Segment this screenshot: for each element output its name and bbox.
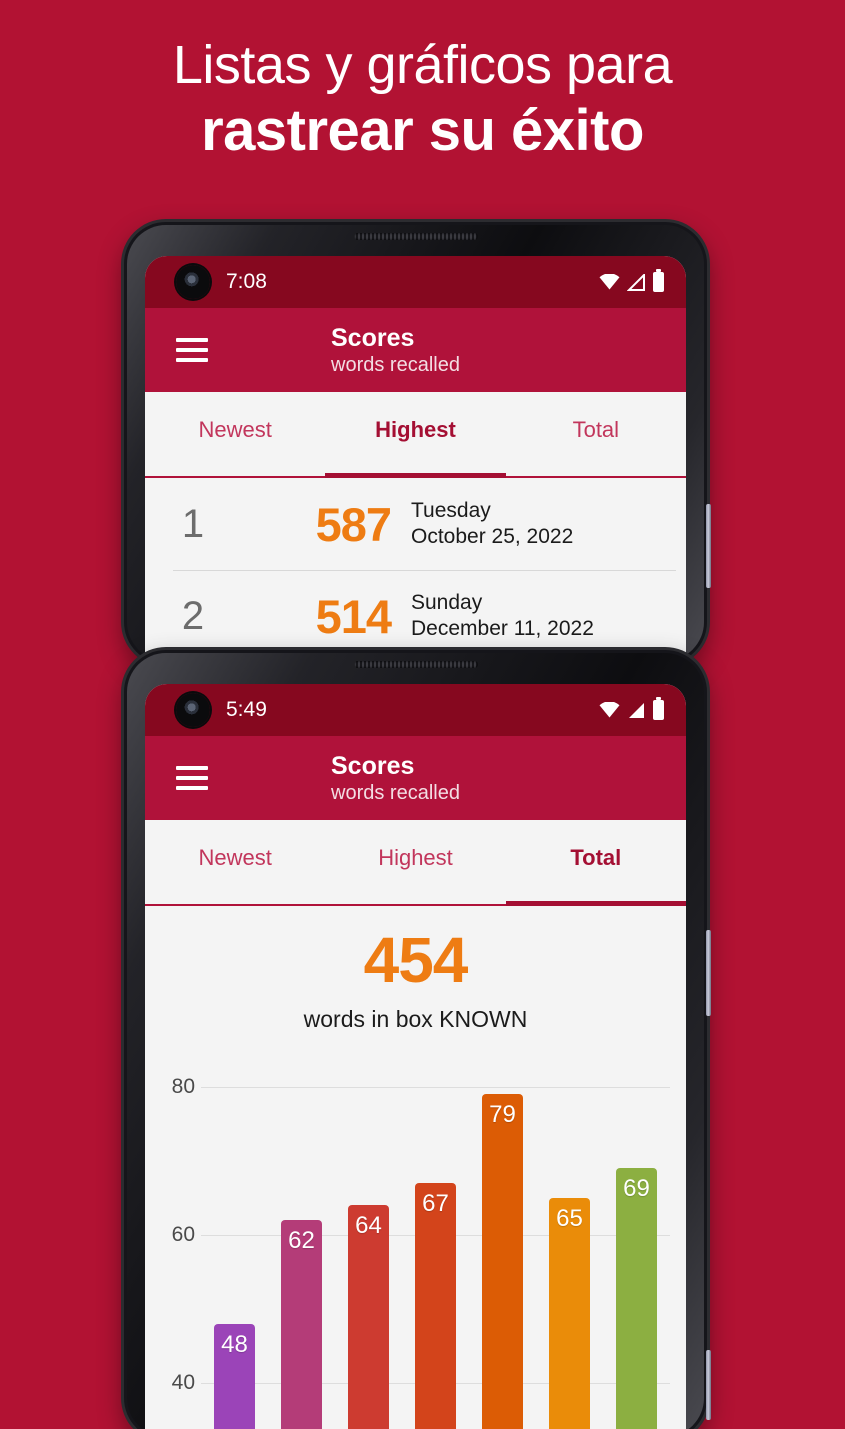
score-date-full: December 11, 2022 — [411, 617, 594, 640]
chart-bar[interactable]: 62 — [280, 1220, 323, 1429]
hamburger-icon[interactable] — [176, 338, 208, 362]
chart-bar-value-label: 65 — [556, 1204, 583, 1232]
score-value: 587 — [315, 497, 392, 551]
chart-bar[interactable]: 69 — [615, 1168, 658, 1429]
hamburger-icon[interactable] — [176, 766, 208, 790]
score-date: Sunday December 11, 2022 — [411, 590, 594, 641]
wifi-icon — [599, 274, 620, 290]
tab-bar: Newest Highest Total — [145, 392, 686, 478]
score-date-full: October 25, 2022 — [411, 525, 574, 548]
score-weekday: Sunday — [411, 591, 483, 615]
app-bar: Scores words recalled — [145, 736, 686, 820]
page-title: Scores — [331, 751, 415, 780]
page-subtitle: words recalled — [331, 353, 460, 376]
total-value: 454 — [363, 924, 469, 996]
earpiece-speaker — [353, 661, 478, 668]
score-list: 1 587 Tuesday October 25, 2022 2 514 Sun… — [145, 478, 686, 662]
chart-bar[interactable]: 65 — [548, 1197, 591, 1429]
chart-y-axis-label: 60 — [171, 1222, 195, 1246]
battery-icon — [653, 697, 664, 720]
chart-bar[interactable]: 67 — [414, 1183, 457, 1429]
status-bar: 7:08 — [145, 256, 686, 308]
tab-newest[interactable]: Newest — [145, 392, 325, 476]
signal-icon — [627, 273, 645, 291]
wifi-icon — [599, 702, 620, 718]
tab-highest[interactable]: Highest — [325, 392, 506, 478]
chart-bar-value-label: 79 — [489, 1101, 516, 1129]
chart-bar[interactable]: 48 — [213, 1323, 256, 1429]
chart-bar-value-label: 69 — [623, 1175, 650, 1203]
chart-y-axis-label: 80 — [171, 1074, 195, 1098]
headline-line-1: Listas y gráficos para — [172, 35, 673, 95]
chart-bar-value-label: 62 — [288, 1227, 315, 1255]
score-date: Tuesday October 25, 2022 — [411, 498, 573, 549]
total-summary: 454 words in box KNOWN — [145, 906, 686, 1033]
chart-bar-value-label: 48 — [221, 1330, 248, 1358]
phone-screen: 7:08 Scores words recalled Newest Highes… — [145, 256, 686, 666]
score-weekday: Tuesday — [411, 499, 491, 523]
app-bar-titles: Scores words recalled — [331, 324, 460, 377]
front-camera-punch-hole — [176, 693, 210, 727]
scores-bar-chart: 80 60 40 48 62 64 67 79 65 69 — [145, 1057, 686, 1429]
chart-bar-value-label: 67 — [422, 1190, 449, 1217]
chart-bar-value-label: 64 — [355, 1212, 382, 1240]
earpiece-speaker — [353, 233, 478, 240]
score-rank: 1 — [181, 501, 205, 546]
front-camera-punch-hole — [176, 265, 210, 299]
promo-headline: Listas y gráficos para rastrear su éxito — [0, 36, 845, 163]
battery-icon — [653, 269, 664, 292]
power-button[interactable] — [706, 504, 711, 588]
status-clock: 5:49 — [226, 698, 267, 721]
score-rank: 2 — [181, 593, 205, 638]
status-clock: 7:08 — [226, 270, 267, 293]
chart-gridline — [201, 1086, 670, 1088]
app-bar: Scores words recalled — [145, 308, 686, 392]
phone-screen: 5:49 Scores words recalled Newest Highes… — [145, 684, 686, 1429]
tab-highest[interactable]: Highest — [325, 820, 505, 904]
table-row[interactable]: 1 587 Tuesday October 25, 2022 — [145, 478, 686, 570]
chart-y-axis-label: 40 — [171, 1371, 195, 1395]
signal-icon — [629, 702, 644, 718]
phone-mockup-scores-list: 7:08 Scores words recalled Newest Highes… — [124, 222, 711, 666]
power-button[interactable] — [706, 930, 711, 1016]
page-subtitle: words recalled — [331, 781, 460, 804]
page-title: Scores — [331, 323, 415, 352]
chart-bar[interactable]: 79 — [481, 1094, 524, 1429]
phone-mockup-scores-chart: 5:49 Scores words recalled Newest Highes… — [124, 650, 711, 1429]
status-system-icons — [599, 269, 664, 292]
score-value: 514 — [315, 589, 392, 643]
app-bar-titles: Scores words recalled — [331, 752, 460, 805]
tab-total[interactable]: Total — [505, 820, 686, 906]
tab-newest[interactable]: Newest — [145, 820, 325, 904]
tab-total[interactable]: Total — [506, 392, 686, 476]
tab-bar: Newest Highest Total — [145, 820, 686, 906]
table-row[interactable]: 2 514 Sunday December 11, 2022 — [145, 570, 686, 662]
volume-button[interactable] — [706, 1350, 711, 1420]
total-caption: words in box KNOWN — [303, 1006, 528, 1032]
status-system-icons — [599, 697, 664, 720]
status-bar: 5:49 — [145, 684, 686, 736]
chart-bar[interactable]: 64 — [347, 1205, 390, 1429]
headline-line-2: rastrear su éxito — [201, 98, 644, 164]
